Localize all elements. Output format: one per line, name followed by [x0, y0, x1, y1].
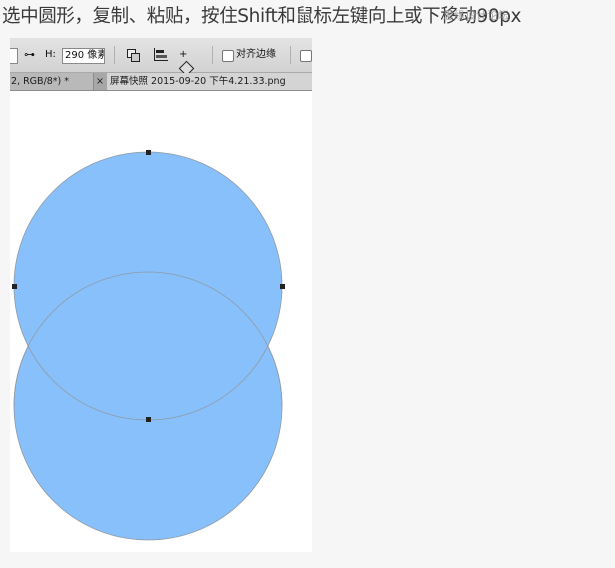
toolbar-divider	[290, 46, 291, 64]
anchor-point-left[interactable]	[12, 284, 17, 289]
anchor-point-right[interactable]	[280, 284, 285, 289]
instruction-caption: 选中圆形，复制、粘贴，按住Shift和鼠标左键向上或下移动90px	[2, 6, 522, 27]
anchor-point-bottom[interactable]	[146, 417, 151, 422]
watermark-text: 思缘设计论坛	[443, 9, 509, 22]
link-dimensions-icon[interactable]: ⊶	[24, 47, 35, 63]
document-tab-bar: 2, RGB/8*) * × 屏幕快照 2015-09-20 下午4.21.33…	[10, 73, 312, 91]
anchor-point-top[interactable]	[146, 150, 151, 155]
top-circle[interactable]	[13, 151, 283, 421]
height-field[interactable]: 290 像素	[62, 48, 105, 64]
tab-active-document[interactable]: 2, RGB/8*) *	[10, 73, 94, 90]
close-tab-icon[interactable]: ×	[96, 73, 104, 90]
align-edges-checkbox[interactable]	[222, 50, 234, 62]
tab-screenshot-document[interactable]: 屏幕快照 2015-09-20 下午4.21.33.png	[107, 73, 312, 90]
height-label: H:	[45, 49, 56, 60]
width-field[interactable]	[10, 48, 18, 64]
toolbar-divider	[114, 46, 115, 64]
options-bar: ⊶ H: 290 像素 + 对齐边缘	[10, 38, 312, 77]
align-edges-label: 对齐边缘	[236, 49, 276, 60]
path-operations-icon[interactable]	[127, 49, 140, 62]
document-canvas[interactable]	[10, 38, 312, 552]
tab-label: 2, RGB/8*) *	[11, 76, 70, 87]
tab-label: 屏幕快照 2015-09-20 下午4.21.33.png	[110, 76, 286, 87]
path-alignment-icon[interactable]	[154, 48, 168, 62]
photoshop-window: ⊶ H: 290 像素 + 对齐边缘 2, RGB/8*) * × 屏幕快照 2…	[10, 38, 312, 552]
toolbar-divider	[212, 46, 213, 64]
path-arrangement-icon[interactable]: +	[178, 47, 197, 77]
constrain-path-checkbox[interactable]	[300, 50, 312, 62]
